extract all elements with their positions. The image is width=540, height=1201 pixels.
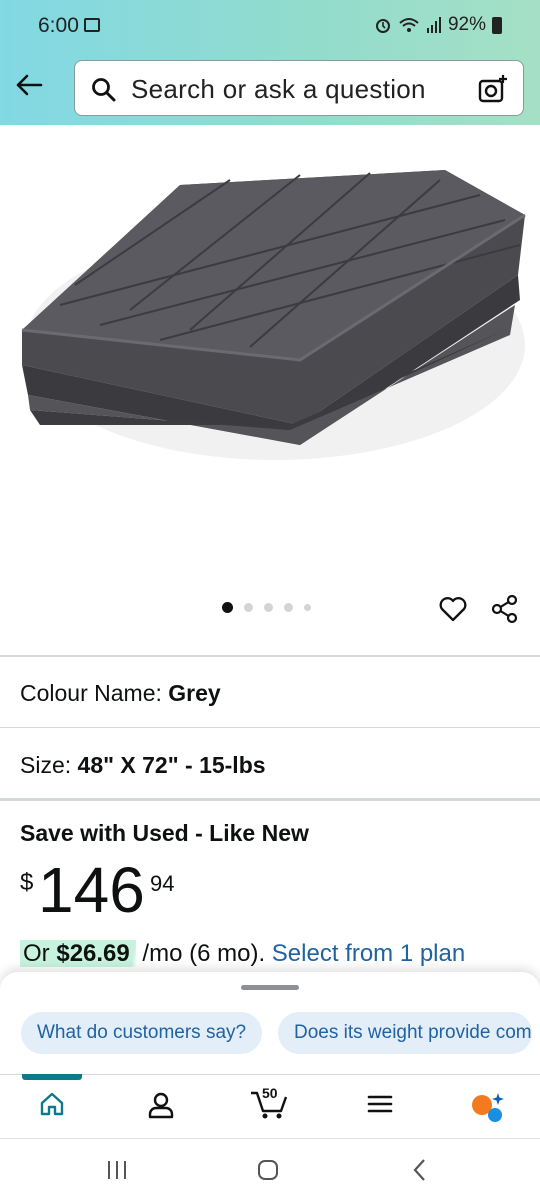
home-icon[interactable]	[38, 1090, 66, 1118]
offer-title: Save with Used - Like New	[20, 820, 309, 846]
menu-icon[interactable]	[366, 1090, 394, 1118]
monthly-prefix: Or	[23, 940, 50, 967]
carousel-dot[interactable]	[304, 604, 311, 611]
search-icon	[92, 78, 116, 102]
cart-button[interactable]: 50	[248, 1084, 292, 1120]
colour-label: Colour Name:	[20, 680, 162, 706]
battery-icon	[492, 16, 502, 34]
colour-row[interactable]: Colour Name: Grey	[20, 680, 221, 707]
divider	[0, 798, 540, 801]
price-symbol: $	[20, 869, 34, 896]
question-chip[interactable]: Does its weight provide com	[278, 1012, 532, 1054]
divider	[0, 655, 540, 657]
status-bar: 6:00 92%	[0, 0, 540, 52]
price-whole: 146	[38, 854, 145, 926]
signal-icon	[426, 17, 441, 33]
home-nav-icon[interactable]	[256, 1158, 280, 1182]
question-chips: What do customers say? Does its weight p…	[0, 972, 540, 1072]
gallery-notification-icon	[84, 18, 100, 32]
monthly-highlight: Or $26.69	[20, 940, 136, 967]
divider	[0, 727, 540, 728]
colour-value: Grey	[168, 680, 221, 706]
cart-count: 50	[262, 1085, 278, 1101]
share-icon[interactable]	[490, 594, 520, 624]
search-input[interactable]: Search or ask a question	[131, 74, 426, 105]
nav-active-indicator	[22, 1074, 82, 1080]
carousel-dots[interactable]	[222, 602, 311, 613]
price-fraction: 94	[150, 871, 175, 896]
product-image[interactable]	[0, 125, 540, 595]
top-bar: 6:00 92% Search or ask a question	[0, 0, 540, 125]
alarm-icon	[375, 19, 390, 33]
back-nav-icon[interactable]	[410, 1158, 430, 1182]
battery-percent: 92%	[447, 14, 486, 35]
account-icon[interactable]	[146, 1090, 176, 1120]
rufus-icon[interactable]	[470, 1090, 506, 1124]
carousel-dot[interactable]	[264, 603, 273, 612]
heart-icon[interactable]	[438, 594, 468, 624]
size-row[interactable]: Size: 48" X 72" - 15-lbs	[20, 752, 266, 779]
status-right: 92%	[374, 14, 502, 36]
carousel-dot[interactable]	[244, 603, 253, 612]
size-value: 48" X 72" - 15-lbs	[77, 752, 266, 778]
select-plan-link[interactable]: Select from 1 plan	[272, 940, 465, 967]
camera-icon[interactable]	[477, 73, 509, 105]
back-arrow-icon[interactable]	[14, 70, 44, 100]
question-chip[interactable]: What do customers say?	[21, 1012, 263, 1054]
blanket-image	[21, 170, 526, 460]
system-nav-bar	[0, 1138, 540, 1201]
size-label: Size:	[20, 752, 72, 778]
carousel-dot[interactable]	[222, 602, 233, 613]
monthly-term: /mo (6 mo).	[142, 940, 266, 967]
search-bar[interactable]: Search or ask a question	[74, 60, 524, 116]
status-time: 6:00	[38, 14, 79, 37]
carousel-dot[interactable]	[284, 603, 293, 612]
monthly-payment: Or $26.69 /mo (6 mo). Select from 1 plan	[20, 940, 465, 968]
wifi-icon	[399, 18, 419, 32]
recents-icon[interactable]	[106, 1159, 128, 1181]
monthly-amount: $26.69	[56, 940, 130, 967]
